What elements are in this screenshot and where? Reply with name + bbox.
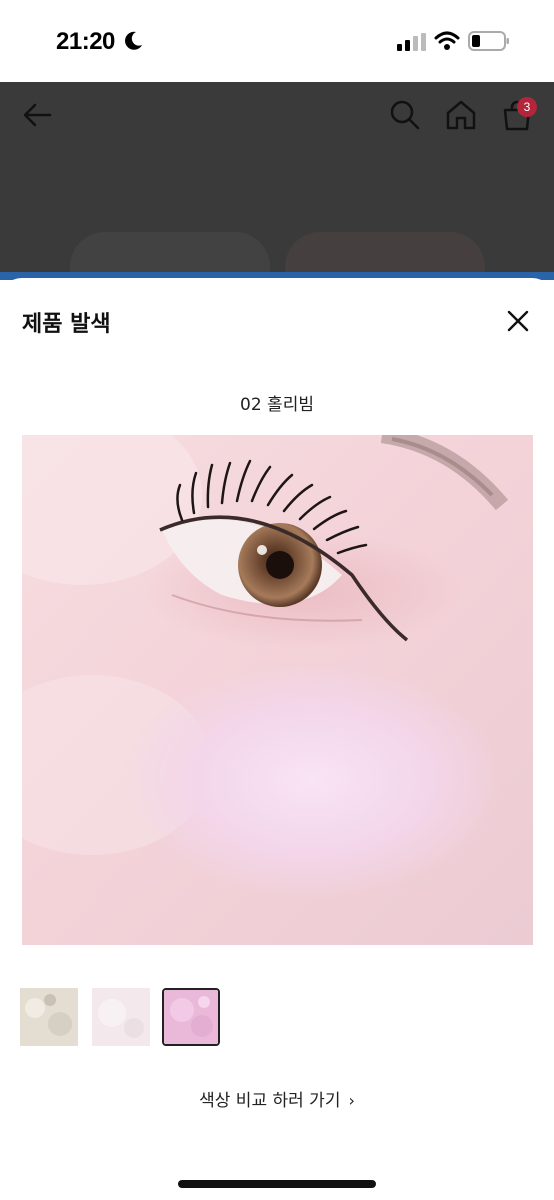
home-icon[interactable] — [444, 98, 478, 132]
eye-closeup-image — [22, 435, 533, 945]
product-color-sheet: 제품 발색 02 홀리빔 색상 비교 하러 가기 › — [0, 278, 554, 1200]
wifi-icon — [434, 31, 460, 50]
thumbnail-image — [164, 990, 218, 1044]
color-compare-link[interactable]: 색상 비교 하러 가기 › — [0, 1086, 554, 1111]
cellular-signal-icon — [397, 33, 426, 51]
thumbnail-image — [92, 988, 150, 1046]
dimmed-app-background: 3 — [0, 82, 554, 302]
status-bar: 21:20 — [0, 0, 554, 82]
chevron-right-icon: › — [348, 1091, 355, 1110]
color-compare-label: 색상 비교 하러 가기 — [199, 1091, 341, 1111]
moon-icon — [125, 31, 142, 50]
close-icon[interactable] — [503, 306, 533, 336]
sheet-title: 제품 발색 — [22, 312, 111, 337]
back-arrow-icon[interactable] — [20, 98, 54, 132]
home-indicator[interactable] — [178, 1180, 376, 1188]
swatch-thumbnail-1[interactable] — [20, 988, 78, 1046]
cart-count-badge: 3 — [517, 97, 537, 117]
battery-icon — [468, 31, 509, 51]
search-icon[interactable] — [388, 98, 422, 132]
swatch-thumbnail-2[interactable] — [92, 988, 150, 1046]
status-time: 21:20 — [56, 28, 115, 55]
swatch-photo — [22, 435, 533, 945]
swatch-thumbnail-3-selected[interactable] — [162, 988, 220, 1046]
shade-name: 02 홀리빔 — [240, 395, 314, 415]
thumbnail-image — [20, 988, 78, 1046]
